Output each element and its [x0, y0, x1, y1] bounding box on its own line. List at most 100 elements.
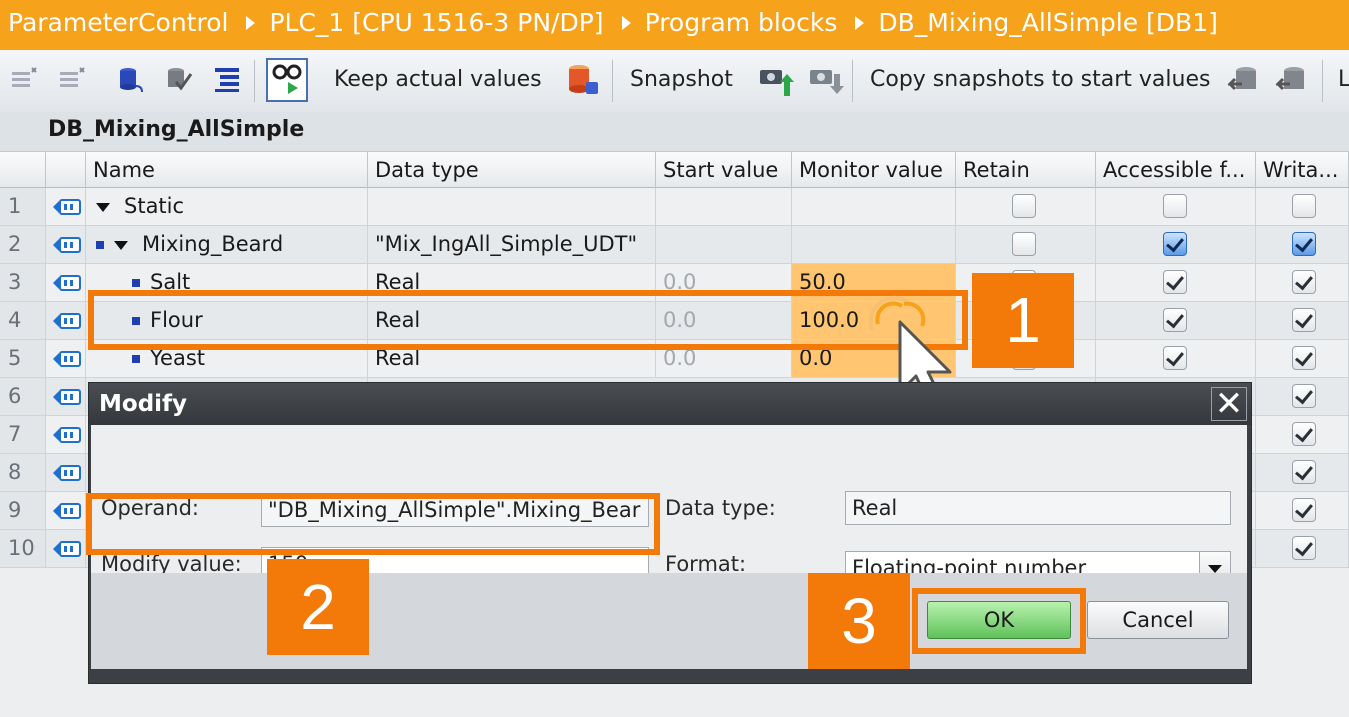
snapshot-download-icon[interactable] — [808, 62, 844, 98]
monitor-all-icon[interactable] — [266, 58, 308, 102]
retain-checkbox[interactable] — [1012, 232, 1036, 256]
collapse-triangle-icon[interactable] — [96, 202, 110, 212]
writable-checkbox[interactable] — [1292, 422, 1316, 446]
snapshot-button[interactable]: Snapshot — [630, 62, 733, 98]
breadcrumb-program-blocks[interactable]: Program blocks — [645, 0, 838, 46]
header-accessible[interactable]: Accessible f... — [1096, 152, 1256, 188]
writable-checkbox[interactable] — [1292, 498, 1316, 522]
db-interface-icon — [53, 313, 81, 329]
member-name: Static — [124, 194, 185, 218]
table-row[interactable]: 2 Mixing_Beard "Mix_IngAll_Simple_UDT" — [0, 226, 1349, 264]
header-retain[interactable]: Retain — [956, 152, 1096, 188]
row-icon-cell — [46, 226, 86, 263]
header-name[interactable]: Name — [86, 152, 368, 188]
row-number[interactable]: 6 — [0, 378, 46, 415]
header-rownum — [0, 152, 46, 188]
db-interface-icon — [53, 427, 81, 443]
accessible-checkbox[interactable] — [1163, 308, 1187, 332]
name-cell[interactable]: Mixing_Beard — [86, 226, 368, 263]
monitor-value-cell[interactable] — [792, 188, 956, 225]
data-type-field: Real — [845, 491, 1231, 525]
cancel-button[interactable]: Cancel — [1087, 601, 1229, 639]
data-type-label: Data type: — [665, 496, 776, 520]
insert-row-icon[interactable] — [10, 64, 40, 94]
header-monitor-value[interactable]: Monitor value — [792, 152, 956, 188]
accessible-checkbox[interactable] — [1163, 346, 1187, 370]
callout-3: 3 — [808, 573, 910, 669]
accessible-checkbox[interactable] — [1163, 270, 1187, 294]
name-cell[interactable]: Static — [86, 188, 368, 225]
accessible-checkbox[interactable] — [1163, 232, 1187, 256]
db-interface-icon — [53, 275, 81, 291]
breadcrumb-plc[interactable]: PLC_1 [CPU 1516-3 PN/DP] — [269, 0, 603, 46]
start-value-cell[interactable] — [656, 188, 792, 225]
row-number[interactable]: 10 — [0, 530, 46, 567]
breadcrumb-db[interactable]: DB_Mixing_AllSimple [DB1] — [878, 0, 1218, 46]
keep-actual-values-button[interactable]: Keep actual values — [334, 62, 542, 98]
table-row[interactable]: 1 Static — [0, 188, 1349, 226]
highlight-modify-value — [86, 493, 660, 555]
row-number[interactable]: 7 — [0, 416, 46, 453]
header-writable[interactable]: Writa... — [1256, 152, 1349, 188]
writable-checkbox[interactable] — [1292, 384, 1316, 408]
keep-values-database-icon[interactable] — [566, 62, 600, 98]
row-number[interactable]: 8 — [0, 454, 46, 491]
collapse-triangle-icon[interactable] — [114, 240, 128, 250]
expand-list-icon[interactable] — [212, 64, 242, 94]
header-start-value[interactable]: Start value — [656, 152, 792, 188]
db-interface-icon — [53, 199, 81, 215]
row-number[interactable]: 4 — [0, 302, 46, 339]
row-icon-cell — [46, 264, 86, 301]
callout-2: 2 — [267, 559, 369, 655]
writable-checkbox[interactable] — [1292, 308, 1316, 332]
row-icon-cell — [46, 188, 86, 225]
load-start-values-icon[interactable] — [1228, 64, 1262, 98]
db-interface-icon — [53, 389, 81, 405]
row-icon-cell — [46, 378, 86, 415]
row-icon-cell — [46, 530, 86, 567]
highlight-ok-button — [912, 588, 1086, 654]
member-bullet-icon — [132, 279, 140, 287]
writable-checkbox[interactable] — [1292, 270, 1316, 294]
writable-checkbox[interactable] — [1292, 194, 1316, 218]
row-icon-cell — [46, 302, 86, 339]
member-bullet-icon — [132, 355, 140, 363]
row-number[interactable]: 3 — [0, 264, 46, 301]
copy-snapshots-button[interactable]: Copy snapshots to start values — [870, 62, 1210, 98]
toolbar-separator — [612, 60, 613, 102]
reset-start-values-icon[interactable] — [116, 64, 146, 94]
toolbar-separator — [1322, 60, 1323, 102]
member-bullet-icon — [96, 241, 104, 249]
writable-checkbox[interactable] — [1292, 346, 1316, 370]
add-row-icon[interactable] — [58, 64, 88, 94]
retain-checkbox[interactable] — [1012, 194, 1036, 218]
row-number[interactable]: 9 — [0, 492, 46, 529]
load-snapshot-icon[interactable] — [164, 64, 194, 94]
header-data-type[interactable]: Data type — [368, 152, 656, 188]
toolbar-separator — [852, 60, 853, 102]
toolbar: Keep actual values Snapshot Copy snapsho… — [0, 50, 1349, 113]
close-icon[interactable]: ✕ — [1211, 387, 1247, 421]
snapshot-camera-icon[interactable] — [758, 62, 794, 98]
writable-checkbox[interactable] — [1292, 536, 1316, 560]
writable-checkbox[interactable] — [1292, 232, 1316, 256]
breadcrumb-separator-icon — [855, 16, 865, 30]
member-name: Mixing_Beard — [142, 232, 284, 256]
row-number[interactable]: 1 — [0, 188, 46, 225]
row-number[interactable]: 2 — [0, 226, 46, 263]
db-interface-icon — [53, 465, 81, 481]
writable-checkbox[interactable] — [1292, 460, 1316, 484]
row-icon-cell — [46, 340, 86, 377]
start-value-cell[interactable] — [656, 226, 792, 263]
accessible-checkbox[interactable] — [1163, 194, 1187, 218]
row-number[interactable]: 5 — [0, 340, 46, 377]
block-title: DB_Mixing_AllSimple — [0, 112, 1349, 152]
toolbar-overflow-label[interactable]: L — [1338, 62, 1349, 98]
monitor-value-cell[interactable] — [792, 226, 956, 263]
load-snapshot-to-db-icon[interactable] — [1276, 64, 1310, 98]
data-type-cell[interactable] — [368, 188, 656, 225]
row-icon-cell — [46, 416, 86, 453]
breadcrumb-project[interactable]: ParameterControl — [0, 0, 228, 46]
data-type-cell[interactable]: "Mix_IngAll_Simple_UDT" — [368, 226, 656, 263]
dialog-title: Modify — [89, 383, 1251, 425]
